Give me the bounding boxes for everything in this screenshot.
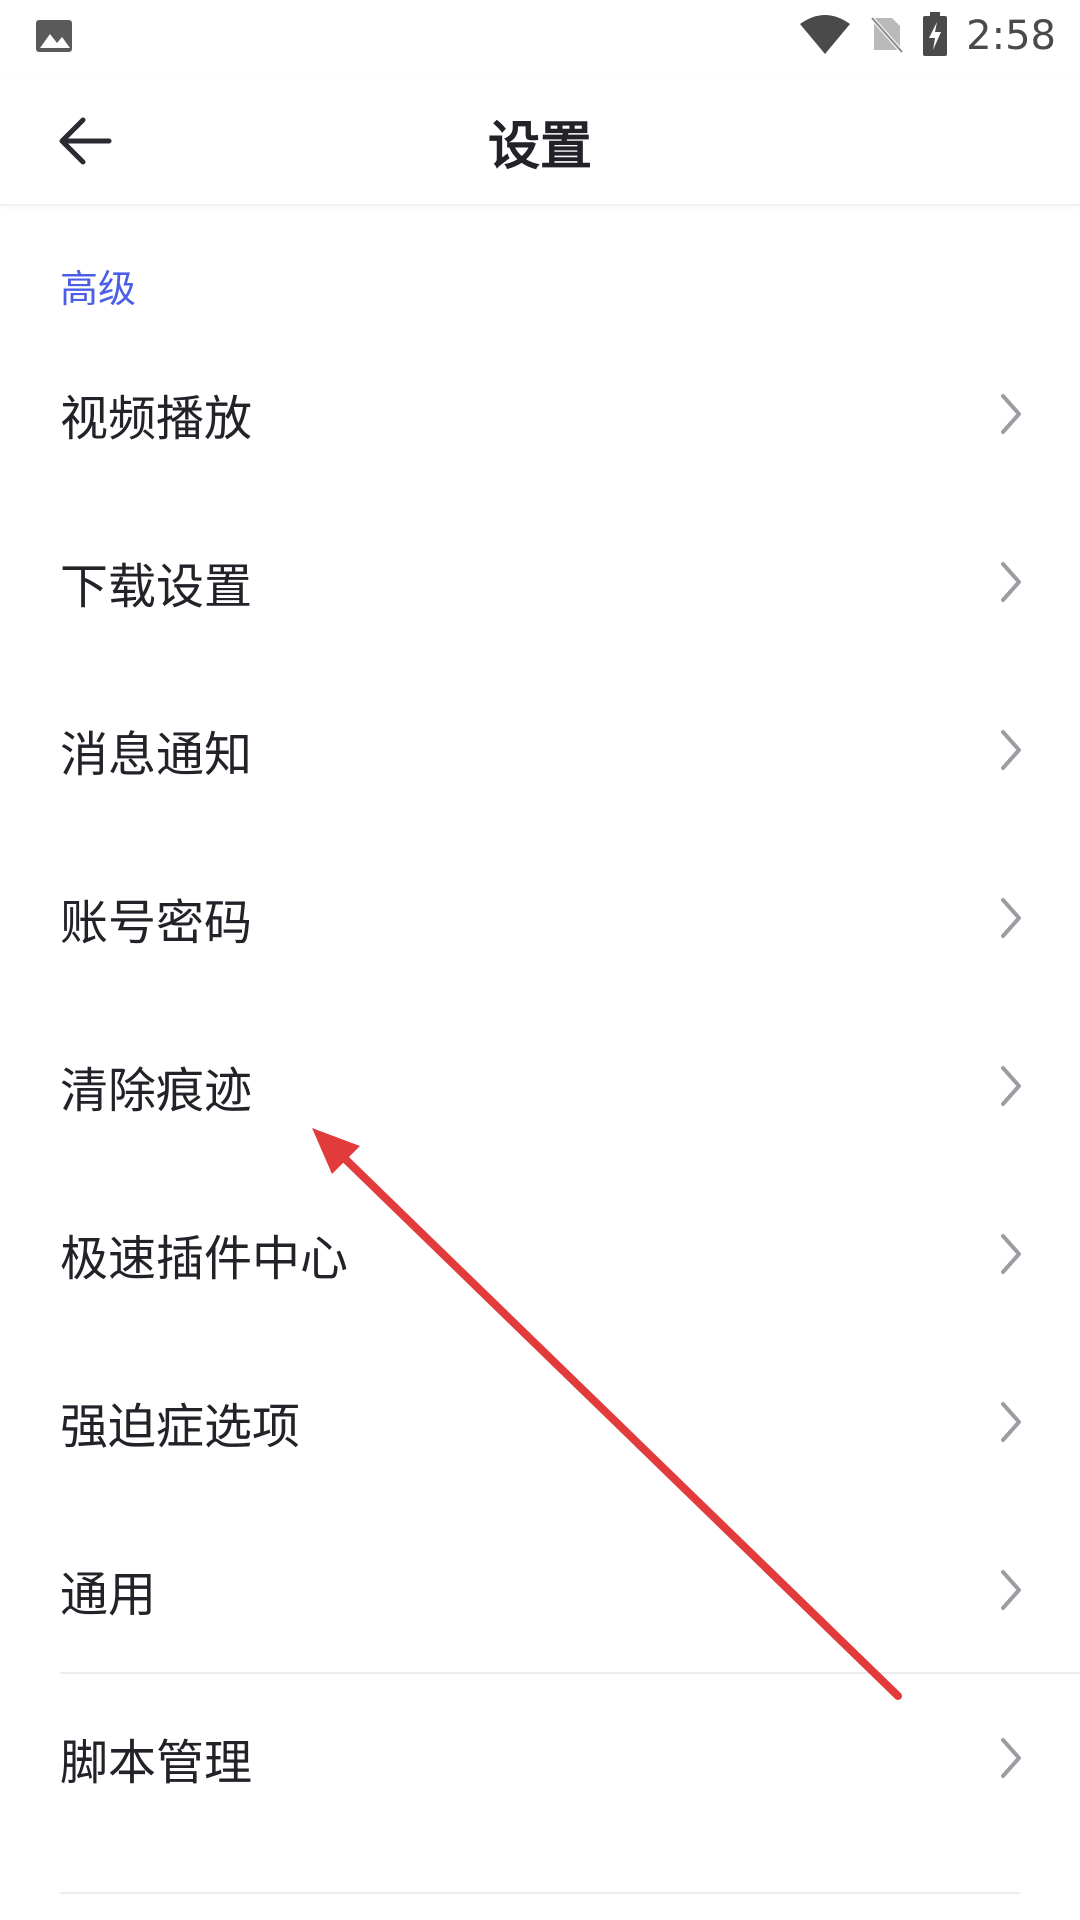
settings-item-label: 消息通知	[60, 727, 253, 783]
chevron-right-icon	[996, 1062, 1026, 1110]
gallery-icon	[34, 16, 74, 56]
settings-item-label: 清除痕迹	[60, 1063, 253, 1119]
settings-item-account-password[interactable]: 账号密码	[0, 834, 1080, 1002]
settings-item-label: 脚本管理	[60, 1735, 253, 1791]
settings-list: 视频播放 下载设置 消息通知 账号密码 清除痕迹 极速插件中心 强迫症选项 通用…	[0, 330, 1080, 1842]
settings-item-script-management[interactable]: 脚本管理	[0, 1674, 1080, 1842]
chevron-right-icon	[996, 1230, 1026, 1278]
chevron-right-icon	[996, 1734, 1026, 1782]
settings-item-clear-traces[interactable]: 清除痕迹	[0, 1002, 1080, 1170]
settings-item-plugin-center[interactable]: 极速插件中心	[0, 1170, 1080, 1338]
settings-item-label: 视频播放	[60, 391, 253, 447]
settings-item-notifications[interactable]: 消息通知	[0, 666, 1080, 834]
settings-item-label: 账号密码	[60, 895, 253, 951]
app-bar-divider	[0, 204, 1080, 206]
settings-item-label: 下载设置	[60, 559, 253, 615]
wifi-icon	[798, 12, 852, 60]
settings-item-label: 强迫症选项	[60, 1399, 301, 1455]
chevron-right-icon	[996, 726, 1026, 774]
app-bar: 设置	[0, 74, 1080, 204]
settings-item-video-playback[interactable]: 视频播放	[0, 330, 1080, 498]
status-bar: 2:58	[0, 0, 1080, 74]
page-title: 设置	[487, 117, 592, 177]
settings-screen: 2:58 设置 高级 视频播放 下载设置 消息通知 账号密码 清除痕迹 极速插件…	[0, 0, 1080, 1920]
chevron-right-icon	[996, 894, 1026, 942]
no-sim-icon	[870, 14, 904, 58]
section-header: 高级	[60, 267, 137, 311]
battery-charging-icon	[922, 12, 948, 60]
settings-item-general[interactable]: 通用	[0, 1506, 1080, 1674]
status-time: 2:58	[966, 13, 1056, 59]
status-icons: 2:58	[798, 10, 1056, 62]
settings-item-label: 极速插件中心	[60, 1231, 349, 1287]
settings-item-download-settings[interactable]: 下载设置	[0, 498, 1080, 666]
settings-item-ocd-options[interactable]: 强迫症选项	[0, 1338, 1080, 1506]
chevron-right-icon	[996, 1566, 1026, 1614]
settings-item-label: 通用	[60, 1567, 157, 1623]
chevron-right-icon	[996, 1398, 1026, 1446]
list-bottom-divider	[60, 1892, 1020, 1894]
chevron-right-icon	[996, 390, 1026, 438]
chevron-right-icon	[996, 558, 1026, 606]
